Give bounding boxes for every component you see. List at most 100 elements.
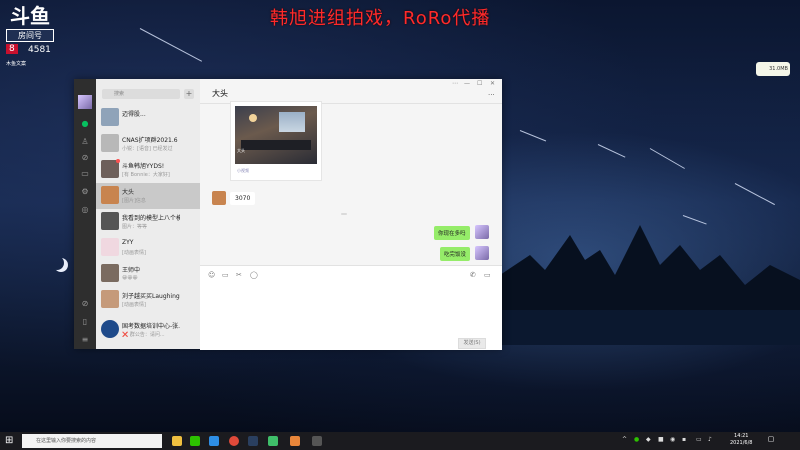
incoming-message: 3070 bbox=[230, 192, 256, 205]
logo-text: 斗鱼 bbox=[10, 4, 50, 28]
chat-avatar bbox=[101, 264, 119, 282]
contact-avatar[interactable] bbox=[212, 191, 226, 205]
chat-preview: 😀😀😀 bbox=[122, 275, 138, 281]
taskbar-clock[interactable]: 14:21 2021/6/8 bbox=[730, 433, 752, 447]
app-icon[interactable] bbox=[290, 436, 300, 446]
settings-icon[interactable]: ≡ bbox=[80, 335, 90, 345]
tray-app-icon[interactable]: ◉ bbox=[670, 436, 675, 443]
network-icon[interactable]: ▭ bbox=[696, 436, 702, 443]
tray-chevron-icon[interactable]: ^ bbox=[622, 436, 627, 443]
shared-video-thumbnail: 大头 bbox=[235, 106, 317, 164]
stream-title: 韩旭进组拍戏，RoRo代播 bbox=[270, 8, 491, 29]
add-chat-button[interactable]: + bbox=[184, 89, 194, 99]
files-icon[interactable]: ▭ bbox=[80, 169, 90, 179]
folder-icon[interactable]: ▭ bbox=[222, 271, 229, 279]
app-icon[interactable] bbox=[312, 436, 322, 446]
wechat-sidebar: ● ♙ ⊘ ▭ ⚙ ◎ ⊘ ▯ ≡ bbox=[74, 79, 96, 349]
chat-title: 大头 bbox=[212, 89, 228, 98]
chat-avatar bbox=[101, 212, 119, 230]
chat-item[interactable]: 斗鱼韩旭YYDS! [有 Bonnie：大家好] bbox=[96, 157, 200, 183]
room-number: 4581 bbox=[28, 45, 51, 55]
self-message-avatar bbox=[475, 246, 489, 260]
chat-icon[interactable]: ● bbox=[80, 119, 90, 129]
windows-start-icon[interactable]: ⊞ bbox=[5, 436, 13, 446]
emoji-icon[interactable]: ☺ bbox=[208, 271, 215, 279]
shared-video-source: 小视频 bbox=[237, 168, 249, 173]
shooting-star bbox=[597, 144, 626, 158]
wechat-taskbar-icon[interactable] bbox=[190, 436, 200, 446]
chat-preview: [动画表情] bbox=[122, 302, 146, 308]
chat-item[interactable]: CNAS扩项群2021.6 小锐：[语音] 已经发过 bbox=[96, 131, 200, 157]
minimize-icon[interactable]: — bbox=[464, 80, 470, 87]
chat-preview: [图片]信息 bbox=[122, 198, 146, 204]
windows-taskbar: ⊞ ⌕ 在这里输入你要搜索的内容 ^ ● ◆ ■ ◉ ▪ ▭ ♪ 14:21 2… bbox=[0, 432, 800, 450]
edge-icon[interactable] bbox=[209, 436, 219, 446]
self-avatar[interactable] bbox=[78, 95, 92, 109]
chat-avatar bbox=[101, 108, 119, 126]
mountain-silhouette bbox=[500, 225, 800, 345]
tray-app-icon[interactable]: ▪ bbox=[682, 436, 686, 443]
taskbar-search-input[interactable]: 在这里输入你要搜索的内容 bbox=[22, 434, 162, 448]
chat-name: 刘子越买买Laughing bbox=[122, 293, 180, 300]
unread-badge bbox=[116, 159, 120, 163]
room-number-tag: 房间号 bbox=[6, 29, 54, 42]
wechat-window: ● ♙ ⊘ ▭ ⚙ ◎ ⊘ ▯ ≡ ⌕ 搜索 + 迈得股... CNAS扩项群2… bbox=[74, 79, 502, 350]
network-speed-badge: 31.0MB bbox=[756, 62, 790, 76]
chrome-icon[interactable] bbox=[229, 436, 239, 446]
streamer-subtitle: 木鱼文案 bbox=[6, 61, 27, 67]
chat-preview: [动画表情] bbox=[122, 250, 146, 256]
chat-name: 我看到的模型上八个模 bbox=[122, 215, 180, 222]
chat-item[interactable]: 国考数据培训中心-张... ❌ 群公告：请问... bbox=[96, 317, 200, 343]
chat-item[interactable]: 王师中 😀😀😀 bbox=[96, 261, 200, 287]
room-badge: 8 bbox=[6, 44, 18, 54]
chat-item[interactable]: 我看到的模型上八个模 图片：等等 bbox=[96, 209, 200, 235]
message-input-area[interactable]: ☺ ▭ ✂ ◯ ✆ ▭ 发送(S) bbox=[200, 265, 502, 350]
app-icon[interactable] bbox=[268, 436, 278, 446]
chat-bubble-icon[interactable]: ◯ bbox=[250, 271, 258, 279]
shooting-star bbox=[734, 183, 775, 206]
mobile-icon[interactable]: ▯ bbox=[80, 317, 90, 327]
tray-app-icon[interactable]: ■ bbox=[658, 436, 664, 443]
search-input[interactable]: 搜索 bbox=[102, 89, 180, 99]
close-icon[interactable]: ✕ bbox=[490, 80, 495, 87]
scissors-icon[interactable]: ✂ bbox=[236, 271, 242, 279]
contacts-icon[interactable]: ♙ bbox=[80, 137, 90, 147]
shooting-star bbox=[519, 130, 547, 142]
miniprogram-icon[interactable]: ◎ bbox=[80, 205, 90, 215]
chat-item-selected[interactable]: 大头 [图片]信息 bbox=[96, 183, 200, 209]
wechat-tray-icon[interactable]: ● bbox=[634, 436, 639, 443]
volume-icon[interactable]: ♪ bbox=[708, 436, 712, 443]
chat-item[interactable]: 迈得股... bbox=[96, 105, 200, 131]
steam-icon[interactable] bbox=[248, 436, 258, 446]
notification-icon[interactable]: ▢ bbox=[766, 435, 776, 446]
chat-item[interactable]: ZYY [动画表情] bbox=[96, 235, 200, 261]
chat-name: 国考数据培训中心-张... bbox=[122, 323, 180, 330]
chat-avatar bbox=[101, 320, 119, 338]
video-call-icon[interactable]: ▭ bbox=[484, 271, 491, 279]
chat-preview: [有 Bonnie：大家好] bbox=[122, 172, 170, 178]
file-explorer-icon[interactable] bbox=[172, 436, 182, 446]
thumbnail-window bbox=[279, 112, 305, 132]
send-button[interactable]: 发送(S) bbox=[458, 338, 486, 349]
shared-video-card[interactable]: 大头 小视频 bbox=[230, 101, 322, 181]
tray-app-icon[interactable]: ◆ bbox=[646, 436, 651, 443]
chat-preview: 小锐：[语音] 已经发过 bbox=[122, 146, 173, 152]
favorites-icon[interactable]: ⊘ bbox=[80, 153, 90, 163]
maximize-icon[interactable]: ☐ bbox=[477, 80, 482, 87]
clock-time: 14:21 bbox=[734, 433, 749, 439]
thumbnail-desk bbox=[241, 140, 311, 150]
chat-item[interactable]: 刘子越买买Laughing [动画表情] bbox=[96, 287, 200, 313]
chat-avatar bbox=[101, 290, 119, 308]
shooting-star bbox=[139, 28, 203, 62]
more-options-icon[interactable]: ··· bbox=[488, 91, 495, 99]
clock-date: 2021/6/8 bbox=[730, 440, 753, 446]
self-message-avatar bbox=[475, 225, 489, 239]
chat-name: 迈得股... bbox=[122, 111, 146, 118]
phone-icon[interactable]: ⊘ bbox=[80, 299, 90, 309]
chat-list: ⌕ 搜索 + 迈得股... CNAS扩项群2021.6 小锐：[语音] 已经发过… bbox=[96, 79, 200, 349]
chat-panel: 大头 ⋯ — ☐ ✕ ··· 大头 小视频 3070 你现在多吗 吃完饭没 ☺ bbox=[200, 79, 502, 350]
pin-icon[interactable]: ⋯ bbox=[452, 80, 458, 87]
moments-icon[interactable]: ⚙ bbox=[80, 187, 90, 197]
chat-name: ZYY bbox=[122, 239, 134, 246]
voice-call-icon[interactable]: ✆ bbox=[470, 271, 476, 279]
